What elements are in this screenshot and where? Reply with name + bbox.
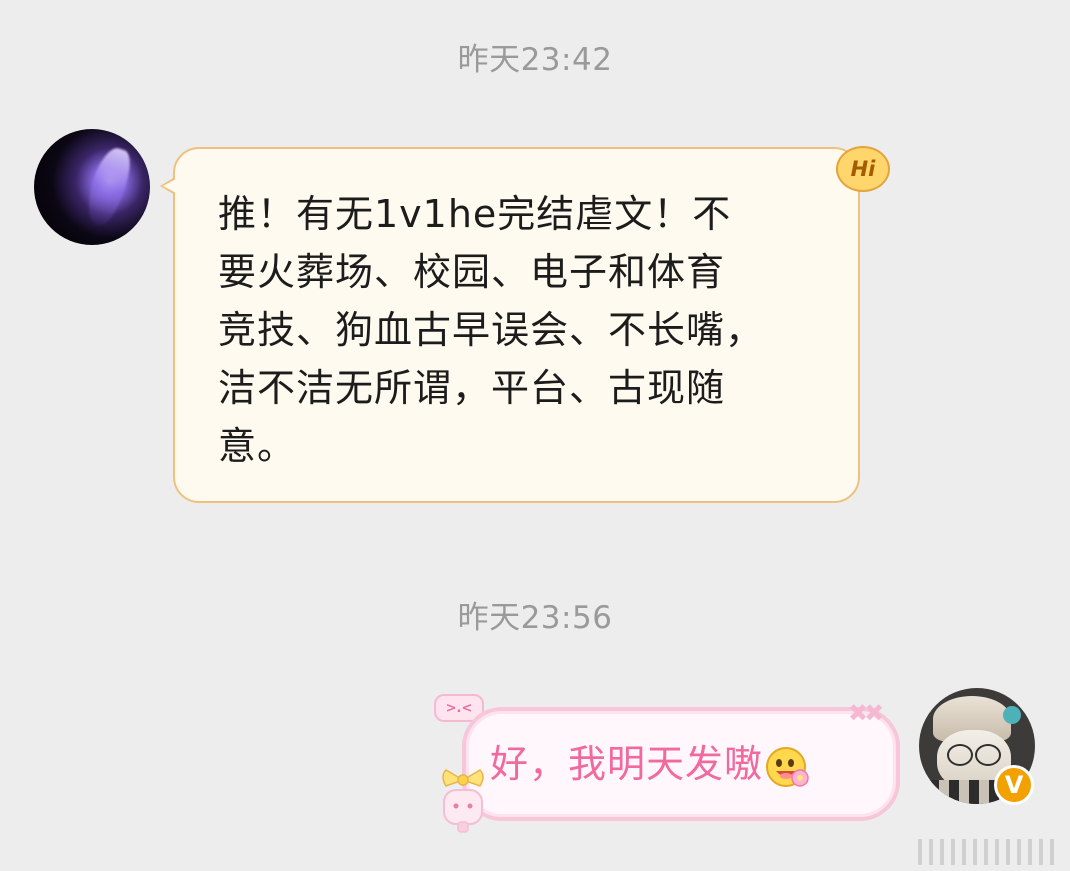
hi-badge-icon: Hi <box>836 146 890 192</box>
sticker-emoji-icon <box>765 744 811 790</box>
avatar-hat-pompom <box>1003 706 1021 724</box>
avatar-figure <box>80 144 136 230</box>
bubble-decoration-sparkle: ✖✖ <box>848 699 884 727</box>
sender-avatar[interactable] <box>34 129 150 245</box>
verified-badge-icon: V <box>994 765 1034 805</box>
received-message-text: 推！有无1v1he完结虐文！不 要火葬场、校园、电子和体育 竞技、狗血古早误会、… <box>218 192 765 468</box>
watermark-stripes <box>918 839 1060 865</box>
message-timestamp: 昨天23:42 <box>457 42 613 78</box>
message-timestamp: 昨天23:56 <box>457 600 613 636</box>
bunny-bow-decoration-icon <box>432 766 494 834</box>
sent-message-content: 好，我明天发嗷 <box>490 735 811 793</box>
avatar-glasses <box>947 744 1001 766</box>
received-message-bubble[interactable]: 推！有无1v1he完结虐文！不 要火葬场、校园、电子和体育 竞技、狗血古早误会、… <box>160 147 860 503</box>
sent-message-text: 好，我明天发嗷 <box>490 742 764 786</box>
sent-message-bubble[interactable]: 好，我明天发嗷 <box>462 707 900 821</box>
